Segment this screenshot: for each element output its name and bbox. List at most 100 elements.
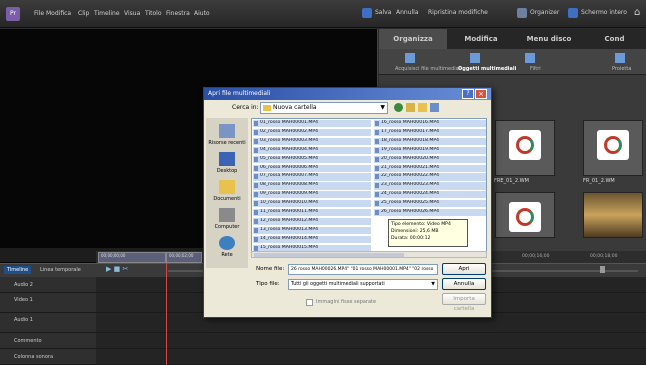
subtab-proietta[interactable]: Proietta [612, 66, 631, 72]
timeline-tool-icon[interactable]: ▶ ■ ✂ [106, 265, 128, 273]
save-icon [362, 8, 372, 18]
file-row[interactable]: 09_rosso MAH00009.MP4 [253, 191, 371, 200]
save-button[interactable]: Salva [375, 9, 391, 16]
documents-icon [219, 180, 235, 194]
subtab-oggetti[interactable]: Oggetti multimediali [458, 66, 516, 72]
horizontal-scrollbar[interactable] [251, 251, 487, 258]
place-desktop[interactable]: Desktop [208, 152, 246, 174]
file-row[interactable]: 13_rosso MAH00013.MP4 [253, 226, 371, 236]
zoom-slider-handle[interactable] [600, 266, 605, 273]
menu-titolo[interactable]: Titolo [145, 10, 162, 17]
separate-images-checkbox[interactable] [306, 299, 313, 306]
tab-modifica[interactable]: Modifica [447, 29, 515, 49]
subtab-filtri[interactable]: Filtri [530, 66, 541, 72]
scrollbar-thumb[interactable] [254, 253, 404, 257]
track-header[interactable]: Audio 1 [0, 313, 96, 333]
playhead[interactable] [166, 263, 167, 365]
menu-visua[interactable]: Visua [124, 10, 140, 17]
tooltip-line: Tipo elemento: Video MP4 [391, 222, 451, 227]
file-row[interactable]: 22_rosso MAH00022.MP4 [374, 173, 486, 182]
track-area[interactable] [96, 349, 646, 365]
timeline-clip[interactable]: 00;00;00;00 [98, 252, 166, 263]
file-row[interactable]: 24_rosso MAH00024.MP4 [374, 191, 486, 200]
menu-aiuto[interactable]: Aiuto [194, 10, 210, 17]
filename-input[interactable]: 26 rosso MAH00026.MP4" "01 rosso MAH0000… [288, 264, 438, 275]
menu-finestra[interactable]: Finestra [166, 10, 190, 17]
home-icon[interactable]: ⌂ [634, 7, 640, 18]
file-row[interactable]: 03_rosso MAH00003.MP4 [253, 137, 371, 147]
back-icon[interactable] [394, 103, 403, 112]
place-documents[interactable]: Documenti [208, 180, 246, 202]
organizer-button[interactable]: Organizer [530, 9, 559, 16]
file-row[interactable]: 21_rosso MAH00021.MP4 [374, 164, 486, 173]
import-folder-button[interactable]: Importa cartella [442, 293, 486, 312]
file-row[interactable]: 19_rosso MAH00019.MP4 [374, 146, 486, 155]
file-row[interactable]: 12_rosso MAH00012.MP4 [253, 217, 371, 227]
place-computer[interactable]: Computer [208, 208, 246, 230]
file-row[interactable]: 11_rosso MAH00011.MP4 [253, 209, 371, 218]
file-row[interactable]: 05_rosso MAH00005.MP4 [253, 155, 371, 164]
file-row[interactable]: 14_rosso MAH00014.MP4 [253, 235, 371, 244]
place-network[interactable]: Rete [208, 236, 246, 258]
file-row[interactable]: 25_rosso MAH00025.MP4 [374, 200, 486, 209]
subtab-acquisisci[interactable]: Acquisisci file multimediali [395, 66, 461, 72]
network-icon [219, 236, 235, 250]
fullscreen-button[interactable]: Schermo intero [581, 9, 627, 16]
cancel-button[interactable]: Annulla [442, 278, 486, 290]
up-folder-icon[interactable] [406, 103, 415, 112]
tab-linea-temporale[interactable]: Linea temporale [40, 267, 81, 273]
timeline-clip[interactable]: 00;00;02;00 [166, 252, 202, 263]
file-row[interactable]: 01_rosso MAH00001.MP4 [253, 120, 371, 129]
file-row[interactable]: 07_rossa MAH00007.MP4 [253, 173, 371, 182]
file-tooltip: Tipo elemento: Video MP4 Dimensioni: 25,… [388, 219, 468, 247]
place-recent[interactable]: Risorse recenti [208, 124, 246, 146]
file-row[interactable]: 06_rosso MAH00006.MP4 [253, 164, 371, 173]
tab-menu-disco[interactable]: Menu disco [515, 29, 583, 49]
filter-icon [525, 53, 535, 63]
menu-modifica[interactable]: Modifica [46, 10, 71, 17]
tab-condividi[interactable]: Cond [583, 29, 646, 49]
menu-file[interactable]: File [34, 10, 44, 17]
file-row[interactable]: 10_rosso MAH00010.MP4 [253, 200, 371, 209]
tooltip-line: Durata: 00:00:12 [391, 235, 431, 241]
file-row[interactable]: 26_rosso MAH00026.MP4 [374, 209, 486, 218]
file-row[interactable]: 04_rosso MAH00004.MP4 [253, 146, 371, 155]
media-thumbnail[interactable] [583, 120, 643, 176]
menu-clip[interactable]: Clip [78, 10, 89, 17]
help-button[interactable]: ? [462, 89, 474, 99]
place-label: Desktop [216, 168, 238, 174]
file-row[interactable]: 02_rosso MAH00002.MP4 [253, 128, 371, 138]
track-header[interactable]: Audio 2 [0, 277, 96, 293]
new-folder-icon[interactable] [418, 103, 427, 112]
organizer-icon [517, 8, 527, 18]
undo-button[interactable]: Annulla [396, 9, 419, 16]
track-header[interactable]: Commento [0, 333, 96, 349]
media-thumbnail[interactable] [495, 192, 555, 238]
open-button[interactable]: Apri [442, 263, 486, 275]
file-row[interactable]: 18_rosso MAH00018.MP4 [374, 137, 486, 147]
media-thumbnail[interactable] [495, 120, 555, 176]
open-media-dialog: Apri file multimediali ? × Cerca in: Nuo… [203, 87, 492, 318]
redo-button[interactable]: Ripristina modifiche [428, 9, 488, 16]
view-menu-icon[interactable] [430, 103, 439, 112]
track-header[interactable]: Video 1 [0, 293, 96, 313]
track-area[interactable] [96, 333, 646, 349]
lookin-select[interactable]: Nuova cartella ▼ [260, 102, 388, 114]
file-row[interactable]: 08_rosso MAH00008.MP4 [253, 182, 371, 191]
media-file-icon [516, 136, 534, 154]
menu-timeline[interactable]: Timeline [94, 10, 120, 17]
place-label: Rete [221, 252, 233, 258]
file-row[interactable]: 23_rosso MAH00023.MP4 [374, 182, 486, 191]
close-button[interactable]: × [475, 89, 487, 99]
filetype-select[interactable]: Tutti gli oggetti multimediali supportat… [288, 279, 438, 290]
fullscreen-icon [568, 8, 578, 18]
project-icon [615, 53, 625, 63]
media-file-icon [604, 136, 622, 154]
file-row[interactable]: 20_rosso MAH00020.MP4 [374, 155, 486, 164]
track-header[interactable]: Colonna sonora [0, 349, 96, 365]
file-row[interactable]: 16_rosso MAH00016.MP4 [374, 120, 486, 129]
file-row[interactable]: 17_rosso MAH00017.MP4 [374, 128, 486, 138]
tab-organizza[interactable]: Organizza [379, 29, 447, 49]
tab-timeline[interactable]: Timeline [4, 266, 32, 274]
media-thumbnail-image[interactable] [583, 192, 643, 238]
